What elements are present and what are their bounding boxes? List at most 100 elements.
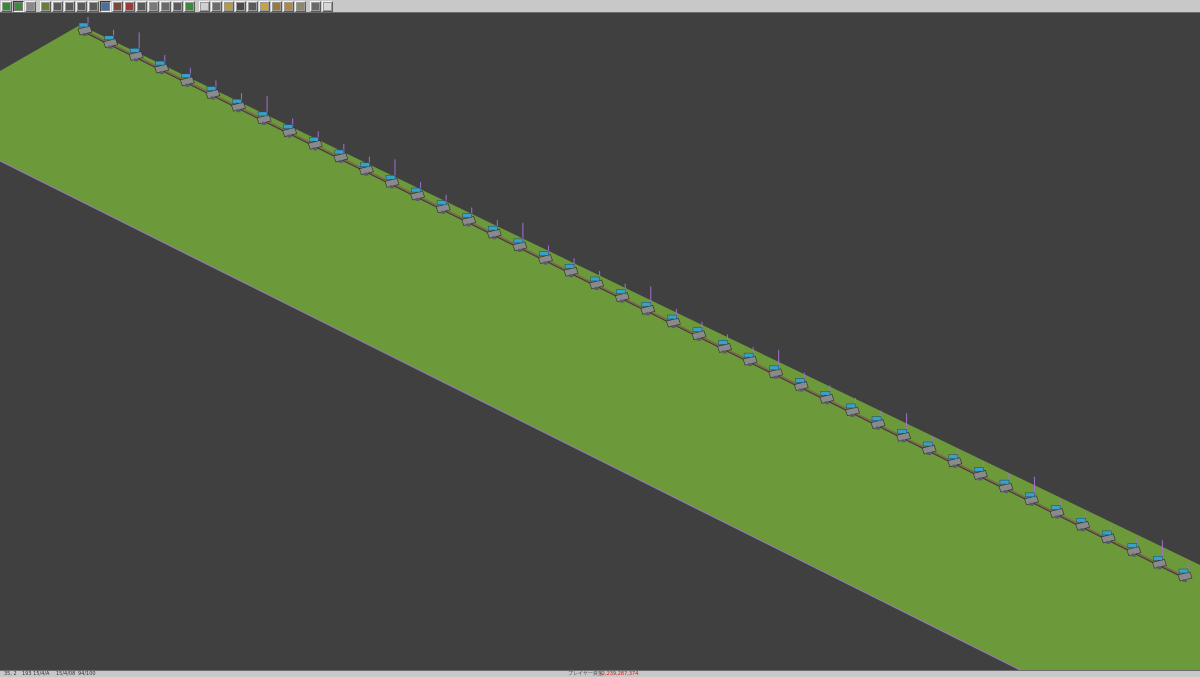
factory-list-icon <box>273 2 280 10</box>
landscape-tools-button[interactable] <box>184 0 195 12</box>
landscape-tools-icon <box>186 2 193 10</box>
messages-button[interactable] <box>295 0 306 12</box>
station-building <box>696 337 701 341</box>
station-building <box>645 312 650 316</box>
station-name-tag <box>948 454 959 459</box>
station-building <box>108 45 113 49</box>
station-building <box>850 413 855 417</box>
station-building <box>313 147 318 151</box>
station-name-tag <box>1178 568 1189 574</box>
station-name-tag <box>667 314 677 320</box>
station-name-tag <box>897 429 907 434</box>
station-building <box>927 452 932 456</box>
station-tools-icon <box>162 2 169 10</box>
station-building <box>876 426 881 430</box>
finance-button[interactable] <box>259 0 270 12</box>
wayobj-tools-button[interactable] <box>211 0 222 12</box>
messages-icon <box>297 2 304 10</box>
station-building <box>978 477 983 481</box>
minimap-button[interactable] <box>13 0 24 12</box>
station-name-tag <box>488 225 498 231</box>
station-building <box>594 286 599 290</box>
depot-tools-button[interactable] <box>172 0 183 12</box>
station-name-tag <box>436 200 447 206</box>
station-name-tag <box>206 86 217 91</box>
station-name-tag <box>743 352 754 358</box>
status-bar: 35, 2 193 15/4/A 15/4/08 94/100 プレイヤー資金 … <box>0 670 1200 677</box>
station-building <box>185 83 190 87</box>
main-menu-icon <box>3 2 10 10</box>
wayobj-tools-icon <box>213 2 220 10</box>
narrow-gauge-tools-button[interactable] <box>88 0 99 12</box>
tram-tools-button[interactable] <box>112 0 123 12</box>
station-name-tag <box>615 289 626 294</box>
status-date: 193 15/4/A <box>22 671 50 677</box>
rail-tools-button[interactable] <box>52 0 63 12</box>
air-tools-icon <box>138 2 145 10</box>
factory-list-button[interactable] <box>271 0 282 12</box>
road-tools-button[interactable] <box>100 0 111 12</box>
station-building <box>83 33 87 36</box>
ship-tools-button[interactable] <box>124 0 135 12</box>
station-name-tag <box>820 390 831 396</box>
station-building <box>799 388 804 392</box>
station-name-tag <box>411 187 421 193</box>
road-tools-icon <box>102 2 109 10</box>
zoom-icon <box>312 2 319 10</box>
station-building <box>1003 490 1008 494</box>
settings-button[interactable] <box>322 0 333 12</box>
station-building <box>517 248 522 252</box>
main-menu-button[interactable] <box>1 0 12 12</box>
finance-icon <box>261 2 268 10</box>
station-name-tag <box>769 365 779 371</box>
air-tools-button[interactable] <box>136 0 147 12</box>
game-map-viewport[interactable] <box>0 13 1200 670</box>
convoy-list-button[interactable] <box>247 0 258 12</box>
station-name-tag <box>155 60 165 66</box>
tram-tools-icon <box>114 2 121 10</box>
narrow-gauge-tools-icon <box>90 2 97 10</box>
station-building <box>1183 579 1187 582</box>
station-name-tag <box>129 48 140 53</box>
city-list-button[interactable] <box>283 0 294 12</box>
station-name-tag <box>846 403 856 409</box>
station-name-tag <box>590 276 600 282</box>
info-tool-button[interactable] <box>25 0 36 12</box>
station-name-tag <box>1050 505 1061 510</box>
special-tools-icon <box>201 2 208 10</box>
station-name-tag <box>334 149 345 155</box>
station-tools-button[interactable] <box>160 0 171 12</box>
station-building <box>1080 528 1085 532</box>
station-name-tag <box>360 162 370 167</box>
status-fps: 94/100 <box>78 671 96 677</box>
zoom-button[interactable] <box>310 0 321 12</box>
station-name-tag <box>104 35 114 40</box>
station-building <box>134 58 139 62</box>
station-name-tag <box>308 137 319 142</box>
station-name-tag <box>718 340 728 345</box>
monorail-tools-button[interactable] <box>64 0 75 12</box>
station-building <box>1157 566 1162 570</box>
station-building <box>466 223 471 227</box>
station-name-tag <box>871 416 882 421</box>
main-toolbar <box>0 0 1200 13</box>
maglev-tools-button[interactable] <box>76 0 87 12</box>
status-money-label: プレイヤー資金 <box>568 671 603 677</box>
depot-tools-icon <box>174 2 181 10</box>
station-name-tag <box>922 441 933 447</box>
station-building <box>952 464 957 468</box>
maglev-tools-icon <box>78 2 85 10</box>
line-management-icon <box>237 2 244 10</box>
status-money: -2,239,287,374 <box>600 671 639 677</box>
signal-tools-button[interactable] <box>148 0 159 12</box>
station-building <box>1131 553 1136 557</box>
special-tools-button[interactable] <box>199 0 210 12</box>
station-building <box>338 159 343 163</box>
list-halts-button[interactable] <box>223 0 234 12</box>
terrain-slope-button[interactable] <box>40 0 51 12</box>
station-name-tag <box>462 213 472 218</box>
line-management-button[interactable] <box>235 0 246 12</box>
station-name-tag <box>795 378 805 383</box>
station-building <box>1029 502 1034 506</box>
status-speed: 15/4/08 <box>56 671 76 677</box>
